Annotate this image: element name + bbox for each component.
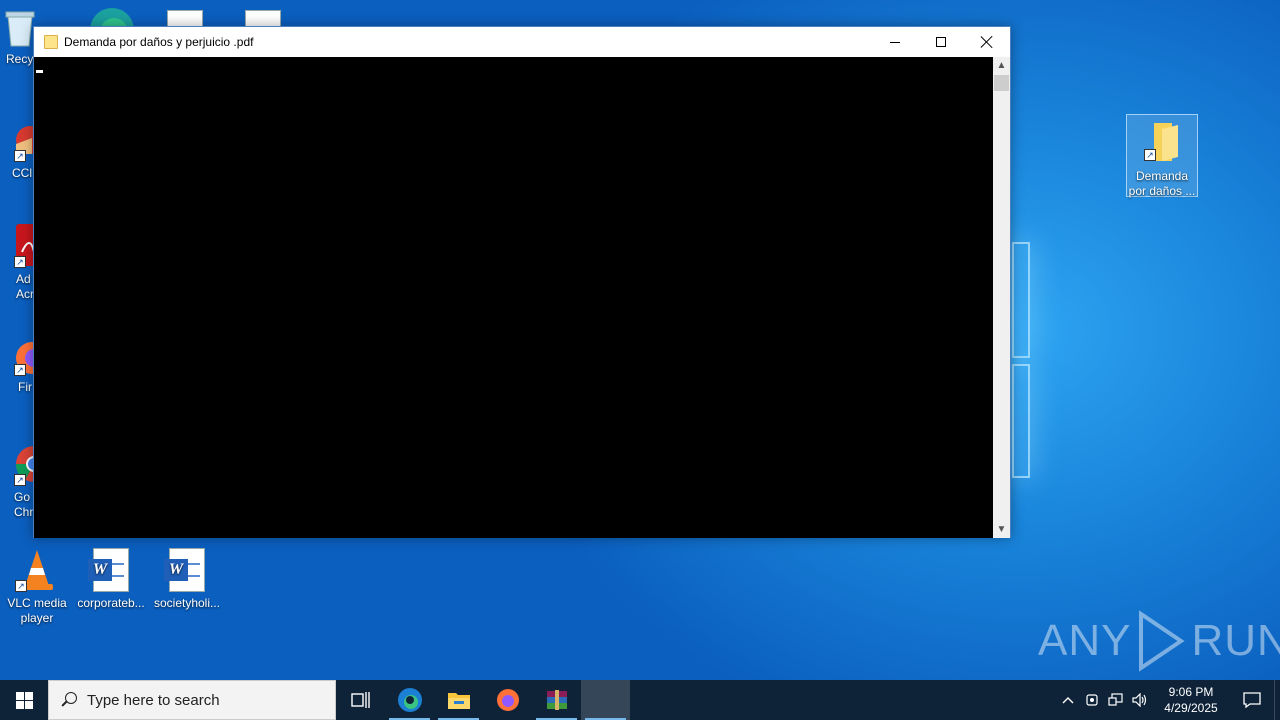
- notification-icon: [1243, 692, 1261, 708]
- folder-icon: [44, 35, 58, 49]
- text-cursor: [36, 70, 43, 73]
- shortcut-arrow-icon: ↗: [15, 580, 27, 592]
- tray-app-icon[interactable]: [1080, 680, 1104, 720]
- shortcut-arrow-icon: ↗: [14, 150, 26, 162]
- anyrun-watermark: ANY RUN: [1038, 610, 1280, 672]
- close-icon: [980, 35, 994, 49]
- vlc-cone-icon: ↗: [15, 548, 59, 592]
- action-center-button[interactable]: [1230, 680, 1274, 720]
- maximize-icon: [936, 37, 946, 47]
- network-icon[interactable]: [1104, 680, 1128, 720]
- minimize-button[interactable]: [872, 27, 918, 57]
- minimize-icon: [890, 41, 900, 43]
- folder-icon: ↗: [1142, 119, 1182, 165]
- show-desktop-button[interactable]: [1274, 680, 1280, 720]
- taskbar-firefox-button[interactable]: [483, 680, 532, 720]
- close-button[interactable]: [964, 27, 1010, 57]
- desktop-icon-corporateb-doc[interactable]: W corporateb...: [74, 548, 148, 611]
- wallpaper-logo-pane-top: [1012, 242, 1030, 358]
- taskbar-edge-button[interactable]: [385, 680, 434, 720]
- wallpaper-logo-pane-bottom: [1012, 364, 1030, 478]
- desktop-icon-label: Demanda por daños ...: [1128, 169, 1196, 198]
- console-app-icon: [596, 692, 616, 708]
- desktop-icon-societyholi-doc[interactable]: W societyholi...: [150, 548, 224, 611]
- firefox-icon: [496, 689, 519, 711]
- word-document-icon: W: [88, 548, 133, 592]
- window-title: Demanda por daños y perjuicio .pdf: [64, 35, 254, 49]
- desktop-icon-label: societyholi...: [153, 596, 221, 610]
- console-output-area[interactable]: [34, 57, 994, 538]
- shortcut-arrow-icon: ↗: [14, 364, 26, 376]
- edge-icon: [397, 688, 422, 712]
- desktop-icon-demanda-folder-shortcut[interactable]: ↗ Demanda por daños ...: [1126, 114, 1198, 198]
- task-view-icon: [350, 692, 370, 708]
- clock-time: 9:06 PM: [1168, 685, 1214, 699]
- scrollbar-thumb[interactable]: [994, 75, 1009, 91]
- search-input[interactable]: [87, 691, 307, 709]
- shortcut-arrow-icon: ↗: [14, 474, 26, 486]
- watermark-play-icon: [1139, 610, 1186, 672]
- file-explorer-icon: [447, 693, 470, 709]
- maximize-button[interactable]: [918, 27, 964, 57]
- desktop-icon-vlc[interactable]: ↗ VLC media player: [0, 548, 74, 626]
- watermark-text-left: ANY: [1038, 616, 1132, 665]
- console-window[interactable]: Demanda por daños y perjuicio .pdf ▲ ▼: [33, 26, 1011, 538]
- taskbar-console-app-button[interactable]: [581, 680, 630, 720]
- start-button[interactable]: [0, 680, 48, 720]
- scroll-down-icon[interactable]: ▼: [993, 521, 1010, 538]
- shortcut-arrow-icon: ↗: [14, 256, 26, 268]
- taskbar-search-box[interactable]: [48, 680, 336, 720]
- volume-icon[interactable]: [1128, 680, 1152, 720]
- desktop-icon-label: VLC media player: [7, 596, 67, 625]
- vertical-scrollbar[interactable]: ▲ ▼: [993, 57, 1010, 538]
- window-titlebar[interactable]: Demanda por daños y perjuicio .pdf: [34, 27, 1010, 57]
- winrar-icon: [546, 690, 567, 710]
- clock-date: 4/29/2025: [1164, 701, 1218, 715]
- shortcut-arrow-icon: ↗: [1144, 149, 1156, 161]
- desktop-icon-label: corporateb...: [77, 596, 145, 610]
- system-tray: 9:06 PM 4/29/2025: [1056, 680, 1280, 720]
- window-controls: [872, 27, 1010, 57]
- scroll-up-icon[interactable]: ▲: [993, 57, 1010, 74]
- task-view-button[interactable]: [336, 680, 385, 720]
- search-icon: [61, 692, 77, 708]
- taskbar-clock[interactable]: 9:06 PM 4/29/2025: [1152, 684, 1230, 716]
- taskbar-file-explorer-button[interactable]: [434, 680, 483, 720]
- watermark-text-right: RUN: [1191, 616, 1280, 665]
- show-hidden-icons-chevron-icon[interactable]: [1056, 680, 1080, 720]
- word-document-icon: W: [164, 548, 209, 592]
- windows-logo-icon: [15, 691, 33, 709]
- desktop: Recy ↗ CCl ↗ Ad Acr ↗ Fir ↗ Go Chr ↗ VLC…: [0, 0, 1280, 680]
- taskbar-winrar-button[interactable]: [532, 680, 581, 720]
- taskbar: 9:06 PM 4/29/2025: [0, 680, 1280, 720]
